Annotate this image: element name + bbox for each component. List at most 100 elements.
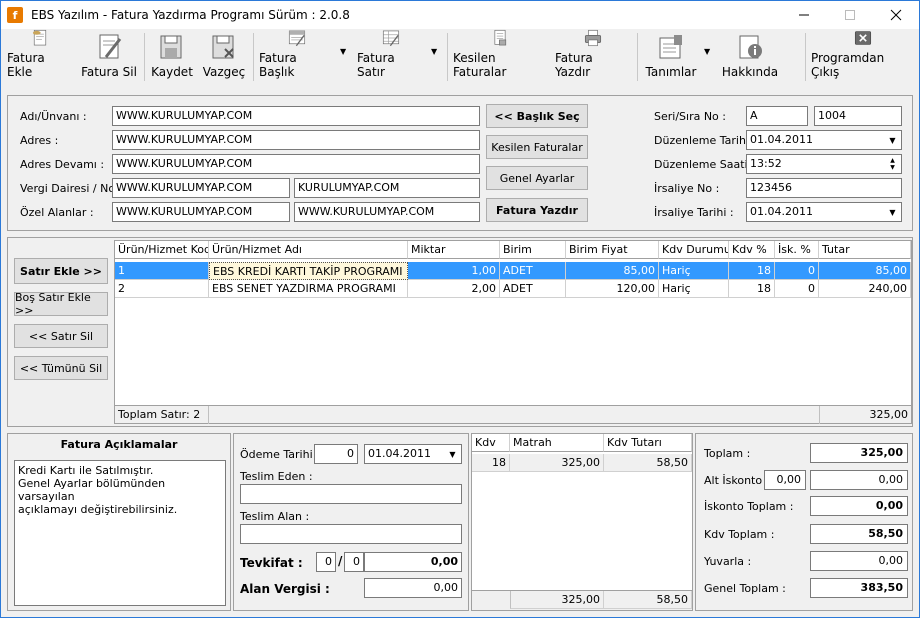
genel-ayarlar-button[interactable]: Genel Ayarlar bbox=[486, 166, 588, 190]
table-cell[interactable]: 18 bbox=[472, 454, 510, 472]
table-cell[interactable]: 2 bbox=[115, 280, 209, 298]
tevkifat-tutar-input[interactable]: 0,00 bbox=[364, 552, 462, 572]
irsaliye-tarihi-label: İrsaliye Tarihi : bbox=[654, 206, 734, 219]
vergi-dairesi-input[interactable]: WWW.KURULUMYAP.COM bbox=[112, 178, 290, 198]
spinner-arrows-icon[interactable]: ▲ ▼ bbox=[884, 155, 901, 173]
alt-iskonto-oran-input[interactable]: 0,00 bbox=[764, 470, 806, 490]
table-cell[interactable]: 85,00 bbox=[566, 262, 659, 280]
tevkifat-pay-input[interactable]: 0 bbox=[316, 552, 336, 572]
baslik-sec-button[interactable]: << Başlık Seç bbox=[486, 104, 588, 128]
table-cell[interactable]: 1 bbox=[115, 262, 209, 280]
vazgec-button[interactable]: Vazgeç bbox=[201, 29, 247, 85]
column-header[interactable]: Kdv % bbox=[729, 241, 775, 259]
table-cell[interactable]: ADET bbox=[500, 262, 566, 280]
duzenleme-saati-spinner[interactable]: 13:52 ▲ ▼ bbox=[746, 154, 902, 174]
invoice-lines-grid[interactable]: Ürün/Hizmet Kodu Ürün/Hizmet Adı Miktar … bbox=[114, 240, 912, 424]
table-cell[interactable]: 18 bbox=[729, 262, 775, 280]
aciklama-textarea[interactable]: Kredi Kartı ile Satılmıştır. Genel Ayarl… bbox=[14, 460, 226, 606]
fatura-ekle-button[interactable]: Fatura Ekle bbox=[7, 29, 73, 85]
column-header[interactable]: Miktar bbox=[408, 241, 500, 259]
column-header[interactable]: Matrah bbox=[510, 434, 604, 452]
tevkifat-payda-input[interactable]: 0 bbox=[344, 552, 364, 572]
fatura-yazdir-side-button[interactable]: Fatura Yazdır bbox=[486, 198, 588, 222]
kesilen-faturalar-side-button[interactable]: Kesilen Faturalar bbox=[486, 135, 588, 159]
satir-sil-button[interactable]: << Satır Sil bbox=[14, 324, 108, 348]
alt-iskonto-input[interactable]: 0,00 bbox=[810, 470, 908, 490]
save-icon bbox=[160, 35, 182, 59]
irsaliye-tarihi-picker[interactable]: 01.04.2011 ▼ bbox=[746, 202, 902, 222]
column-header[interactable]: Ürün/Hizmet Adı bbox=[209, 241, 408, 259]
table-cell[interactable]: Hariç bbox=[659, 280, 729, 298]
fatura-baslik-dropdown-icon[interactable]: ▼ bbox=[340, 47, 346, 56]
duzenleme-tarihi-picker[interactable]: 01.04.2011 ▼ bbox=[746, 130, 902, 150]
toolbar-separator bbox=[637, 33, 638, 81]
programdan-cikis-button[interactable]: Programdan Çıkış bbox=[811, 29, 915, 85]
table-cell[interactable]: 240,00 bbox=[819, 280, 911, 298]
fatura-yazdir-button[interactable]: Fatura Yazdır bbox=[555, 29, 631, 85]
invoice-lines-panel: Satır Ekle >> Boş Satır Ekle >> << Satır… bbox=[7, 237, 913, 427]
table-cell[interactable]: EBS KREDİ KARTI TAKİP PROGRAMI bbox=[209, 262, 408, 280]
kaydet-label: Kaydet bbox=[151, 65, 193, 79]
close-button[interactable] bbox=[873, 1, 919, 29]
kesilen-faturalar-button[interactable]: Kesilen Faturalar bbox=[453, 29, 547, 85]
table-cell[interactable]: 120,00 bbox=[566, 280, 659, 298]
odeme-panel: Ödeme Tarihi : 0 01.04.2011 ▼ Teslim Ede… bbox=[233, 433, 469, 611]
minimize-icon bbox=[799, 14, 809, 16]
column-header[interactable]: Ürün/Hizmet Kodu bbox=[115, 241, 209, 259]
teslim-alan-input[interactable] bbox=[240, 524, 462, 544]
table-cell[interactable]: 0 bbox=[775, 280, 819, 298]
fatura-satir-button[interactable]: Fatura Satır bbox=[357, 29, 425, 85]
bos-satir-ekle-button[interactable]: Boş Satır Ekle >> bbox=[14, 291, 108, 317]
table-cell[interactable]: 85,00 bbox=[819, 262, 911, 280]
fatura-satir-dropdown-icon[interactable]: ▼ bbox=[431, 47, 437, 56]
table-cell[interactable]: 1,00 bbox=[408, 262, 500, 280]
alan-vergisi-input[interactable]: 0,00 bbox=[364, 578, 462, 598]
toplam-satir-label: Toplam Satır: 2 bbox=[115, 406, 209, 424]
column-header[interactable]: İsk. % bbox=[775, 241, 819, 259]
toplam-label: Toplam : bbox=[704, 447, 751, 460]
table-cell[interactable]: 2,00 bbox=[408, 280, 500, 298]
satir-ekle-button[interactable]: Satır Ekle >> bbox=[14, 258, 108, 284]
tanimlar-dropdown-icon[interactable]: ▼ bbox=[704, 47, 710, 56]
kaydet-button[interactable]: Kaydet bbox=[149, 29, 195, 85]
adi-input[interactable]: WWW.KURULUMYAP.COM bbox=[112, 106, 480, 126]
ozel-alan-1-input[interactable]: WWW.KURULUMYAP.COM bbox=[112, 202, 290, 222]
teslim-eden-input[interactable] bbox=[240, 484, 462, 504]
column-header[interactable]: Kdv Tutarı bbox=[604, 434, 692, 452]
adres-input[interactable]: WWW.KURULUMYAP.COM bbox=[112, 130, 480, 150]
chevron-down-icon[interactable]: ▼ bbox=[884, 131, 901, 149]
ozel-alan-2-input[interactable]: WWW.KURULUMYAP.COM bbox=[294, 202, 480, 222]
table-cell[interactable]: Hariç bbox=[659, 262, 729, 280]
column-header[interactable]: Kdv bbox=[472, 434, 510, 452]
odeme-gun-input[interactable]: 0 bbox=[314, 444, 358, 464]
table-cell[interactable]: 0 bbox=[775, 262, 819, 280]
tanimlar-button[interactable]: Tanımlar bbox=[643, 29, 699, 85]
seri-input[interactable]: A bbox=[746, 106, 808, 126]
kdv-grid[interactable]: Kdv Matrah Kdv Tutarı 18 325,00 58,50 32… bbox=[471, 433, 693, 611]
irsaliye-no-input[interactable]: 123456 bbox=[746, 178, 902, 198]
irsaliye-no-label: İrsaliye No : bbox=[654, 182, 720, 195]
table-cell[interactable]: 325,00 bbox=[510, 454, 604, 472]
sira-input[interactable]: 1004 bbox=[814, 106, 902, 126]
teslim-eden-label: Teslim Eden : bbox=[240, 470, 313, 483]
vergi-no-input[interactable]: KURULUMYAP.COM bbox=[294, 178, 480, 198]
column-header[interactable]: Birim Fiyat bbox=[566, 241, 659, 259]
table-cell[interactable]: 18 bbox=[729, 280, 775, 298]
chevron-down-icon[interactable]: ▼ bbox=[884, 203, 901, 221]
chevron-down-icon[interactable]: ▼ bbox=[444, 445, 461, 463]
tumunu-sil-button[interactable]: << Tümünü Sil bbox=[14, 356, 108, 380]
yuvarla-input[interactable]: 0,00 bbox=[810, 551, 908, 571]
kdv-toplam-value: 58,50 bbox=[810, 524, 908, 544]
minimize-button[interactable] bbox=[781, 1, 827, 29]
column-header[interactable]: Tutar bbox=[819, 241, 911, 259]
column-header[interactable]: Birim bbox=[500, 241, 566, 259]
odeme-tarihi-picker[interactable]: 01.04.2011 ▼ bbox=[364, 444, 462, 464]
fatura-baslik-button[interactable]: Fatura Başlık bbox=[259, 29, 335, 85]
table-cell[interactable]: ADET bbox=[500, 280, 566, 298]
table-cell[interactable]: EBS SENET YAZDIRMA PROGRAMI bbox=[209, 280, 408, 298]
hakkinda-button[interactable]: Hakkında bbox=[721, 29, 779, 85]
fatura-sil-button[interactable]: Fatura Sil bbox=[81, 29, 137, 85]
column-header[interactable]: Kdv Durumu bbox=[659, 241, 729, 259]
table-cell[interactable]: 58,50 bbox=[604, 454, 692, 472]
adres-devami-input[interactable]: WWW.KURULUMYAP.COM bbox=[112, 154, 480, 174]
